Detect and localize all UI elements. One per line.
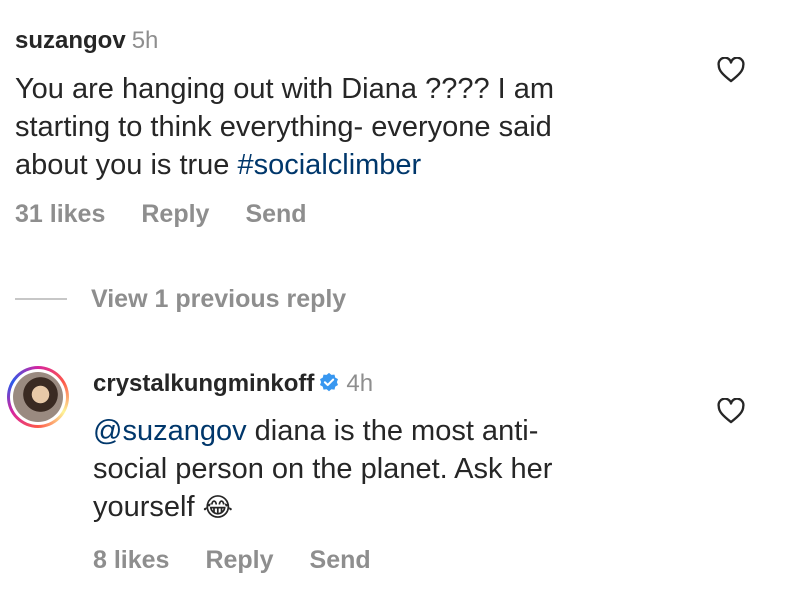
comment-timestamp: 4h <box>346 370 374 397</box>
reply-button[interactable]: Reply <box>205 546 273 574</box>
likes-count[interactable]: 8 likes <box>93 546 169 574</box>
likes-count[interactable]: 31 likes <box>15 200 105 228</box>
view-previous-replies-button[interactable]: View 1 previous reply <box>91 284 346 314</box>
comment-text: @suzangov diana is the most anti- social… <box>93 412 693 527</box>
comment-text-line: about you is true <box>15 149 238 181</box>
comment-username[interactable]: suzangov <box>15 27 126 54</box>
comment-header: crystalkungminkoff 4h <box>93 369 373 399</box>
heart-outline-icon[interactable] <box>717 397 745 424</box>
send-button[interactable]: Send <box>310 546 371 574</box>
comment-timestamp: 5h <box>131 27 159 54</box>
comment-actions: 8 likes Reply Send <box>93 545 407 575</box>
mention-link[interactable]: @suzangov <box>93 415 247 447</box>
comment-text-line: You are hanging out with Diana ???? I am <box>15 73 555 105</box>
verified-badge-icon <box>318 372 340 394</box>
replies-divider <box>15 298 67 300</box>
send-button[interactable]: Send <box>245 200 306 228</box>
comment-header: suzangov 5h <box>15 27 158 55</box>
comment-actions: 31 likes Reply Send <box>15 199 343 229</box>
comment-text-line: starting to think everything- everyone s… <box>15 111 552 143</box>
comment-text-line: diana is the most anti- <box>246 415 539 447</box>
reply-button[interactable]: Reply <box>141 200 209 228</box>
hashtag-link[interactable]: #socialclimber <box>237 149 421 181</box>
heart-outline-icon[interactable] <box>717 56 745 83</box>
comment-username[interactable]: crystalkungminkoff <box>93 370 314 397</box>
comment-text-line: yourself <box>93 491 203 523</box>
avatar[interactable] <box>13 372 63 422</box>
comment-text: You are hanging out with Diana ???? I am… <box>15 70 675 184</box>
comment-text-line: social person on the planet. Ask her <box>93 453 553 485</box>
laughing-emoji: 😂 <box>202 493 233 523</box>
